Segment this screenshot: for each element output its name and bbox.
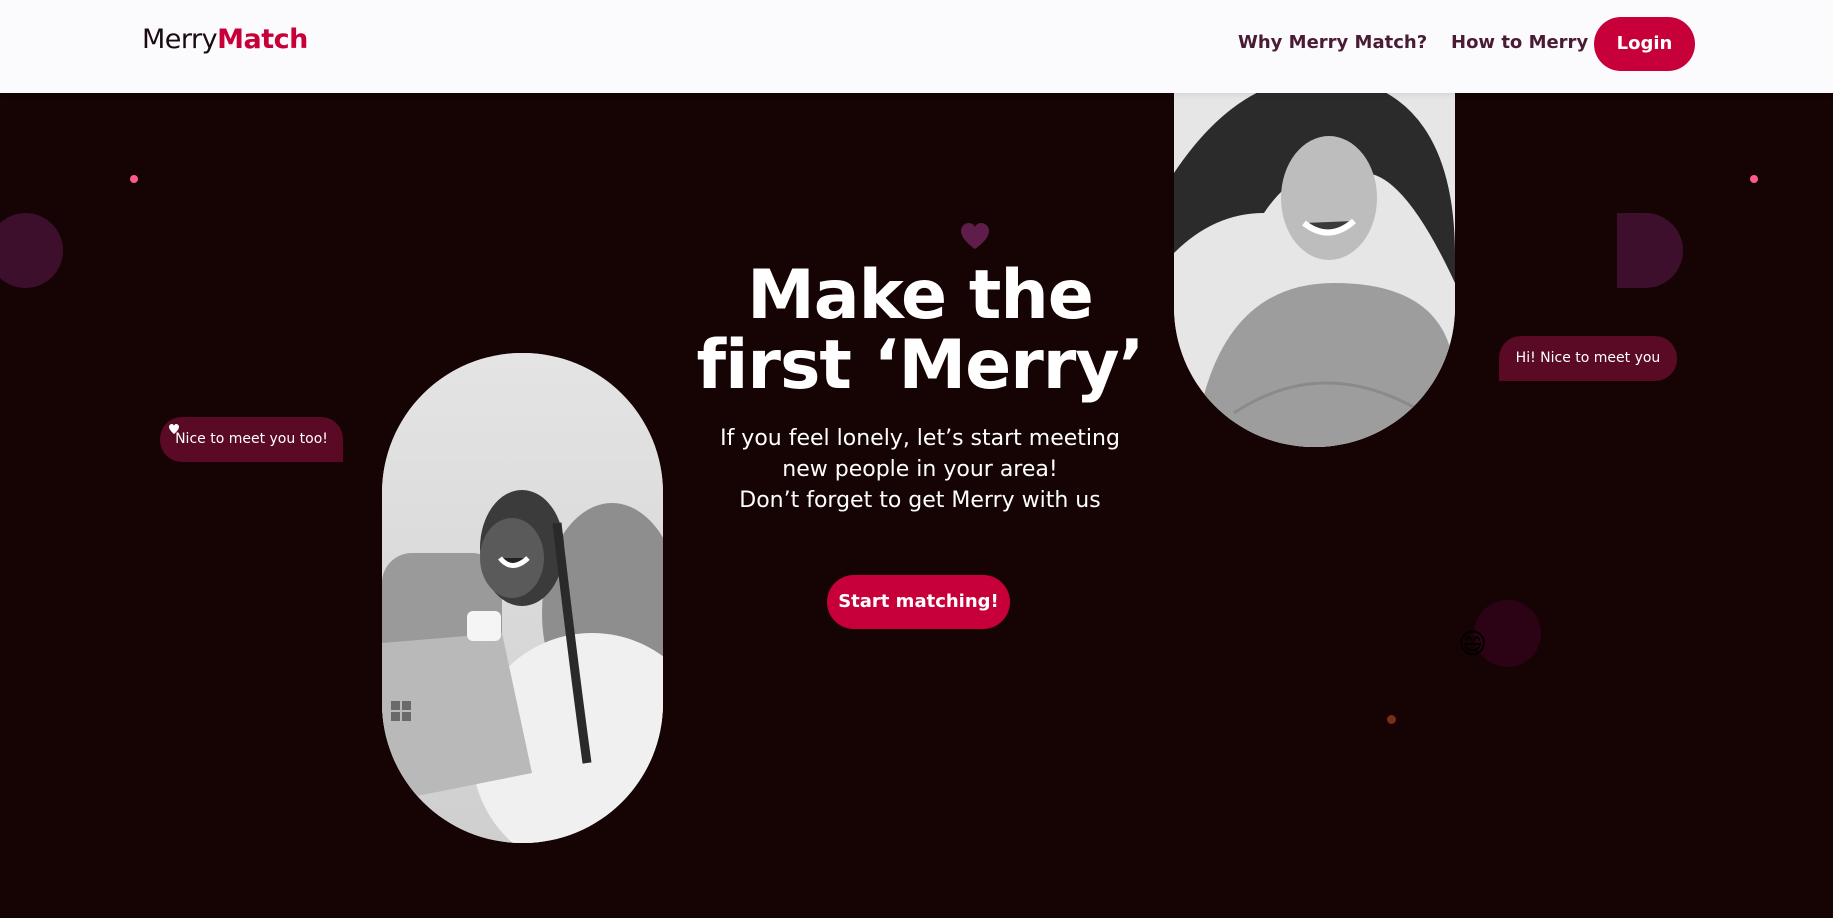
logo-regular: Merry: [142, 24, 218, 55]
photo-woman-laptop: [382, 353, 663, 843]
login-button[interactable]: Login: [1594, 17, 1695, 71]
hero-subtitle: If you feel lonely, let’s start meeting …: [640, 423, 1200, 516]
hero-section: Nice to meet you too! Hi! Nice to meet y…: [0, 93, 1833, 918]
chat-bubble-left: Nice to meet you too!: [160, 417, 343, 462]
smile-emoji-icon: 😄: [1458, 627, 1488, 660]
chat-bubble-right: Hi! Nice to meet you: [1499, 336, 1677, 381]
headline-line-2: first ‘Merry’: [696, 326, 1145, 405]
logo-bold: Match: [217, 24, 308, 55]
chat-bubble-right-text: Hi! Nice to meet you: [1515, 350, 1661, 366]
headline-line-1: Make the: [747, 256, 1094, 335]
navbar: MerryMatch Why Merry Match? How to Merry…: [0, 0, 1833, 93]
logo[interactable]: MerryMatch: [142, 24, 308, 55]
nav-link-why-merry-match[interactable]: Why Merry Match?: [1238, 32, 1427, 53]
subtitle-line-3: Don’t forget to get Merry with us: [739, 488, 1101, 513]
start-matching-button[interactable]: Start matching!: [827, 575, 1010, 629]
subtitle-line-1: If you feel lonely, let’s start meeting: [720, 426, 1120, 451]
nav-link-how-to-merry[interactable]: How to Merry: [1451, 32, 1588, 53]
profile-photo-left: [382, 353, 663, 843]
photo-woman-laughing: [1174, 93, 1455, 447]
decor-dot-brown: [1387, 715, 1396, 724]
decor-circle-purple-right: [1617, 213, 1683, 288]
subtitle-line-2: new people in your area!: [782, 457, 1058, 482]
heart-icon: [961, 223, 989, 249]
decor-dot-pink-left: [130, 175, 138, 183]
decor-circle-purple-left: [0, 213, 63, 288]
chat-bubble-left-text: Nice to meet you too!: [175, 431, 328, 447]
decor-dot-pink-right: [1750, 175, 1758, 183]
profile-photo-right: [1174, 93, 1455, 447]
hero-headline: Make the first ‘Merry’: [640, 261, 1200, 401]
mini-heart-icon: [169, 424, 179, 434]
